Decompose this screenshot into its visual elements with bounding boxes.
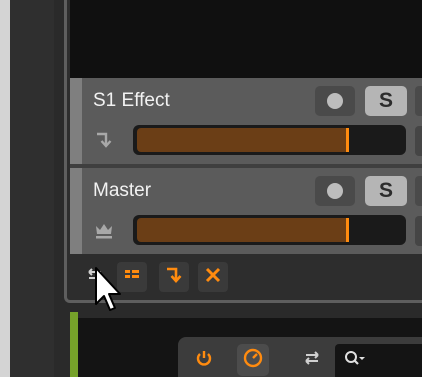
track-row-s1-effect[interactable]: S1 Effect S [70, 78, 422, 164]
app-sidebar-edge [10, 0, 54, 377]
solo-button[interactable]: S [365, 176, 407, 206]
return-arrow-icon [164, 265, 184, 289]
track-color-strip-green [70, 312, 78, 377]
return-track-button[interactable] [159, 262, 189, 292]
swap-arrows-button[interactable] [296, 344, 328, 376]
record-dot-icon [327, 183, 343, 199]
track-name: S1 Effect [93, 90, 170, 111]
window-left-margin [0, 0, 10, 377]
track-side-button-partial[interactable] [415, 216, 422, 246]
gauge-button[interactable] [237, 344, 269, 376]
power-icon [194, 348, 214, 372]
record-dot-icon [327, 93, 343, 109]
close-icon [204, 266, 222, 288]
crown-icon [92, 218, 116, 242]
track-name: Master [93, 180, 152, 201]
solo-button[interactable]: S [365, 86, 407, 116]
search-dropdown-icon[interactable] [343, 349, 367, 373]
list-view-icon [122, 265, 142, 289]
track-color-stripe [70, 168, 82, 254]
mute-button-partial[interactable] [415, 176, 422, 206]
volume-fader-handle[interactable] [346, 218, 349, 242]
volume-fader-fill [137, 218, 349, 242]
gauge-icon [242, 347, 264, 373]
mouse-pointer-icon [94, 266, 124, 326]
volume-fader[interactable] [133, 215, 406, 245]
record-arm-button[interactable] [315, 86, 355, 116]
mixer-panel-top-area [70, 0, 422, 78]
mute-button-partial[interactable] [415, 86, 422, 116]
close-button[interactable] [198, 262, 228, 292]
power-button[interactable] [188, 344, 220, 376]
track-side-button-partial[interactable] [415, 126, 422, 156]
record-arm-button[interactable] [315, 176, 355, 206]
volume-fader[interactable] [133, 125, 406, 155]
return-arrow-icon [92, 128, 116, 152]
track-row-master[interactable]: Master S [70, 168, 422, 254]
volume-fader-handle[interactable] [346, 128, 349, 152]
swap-arrows-icon [302, 348, 322, 372]
track-color-stripe [70, 78, 82, 164]
volume-fader-fill [137, 128, 349, 152]
search-field[interactable] [335, 344, 422, 377]
